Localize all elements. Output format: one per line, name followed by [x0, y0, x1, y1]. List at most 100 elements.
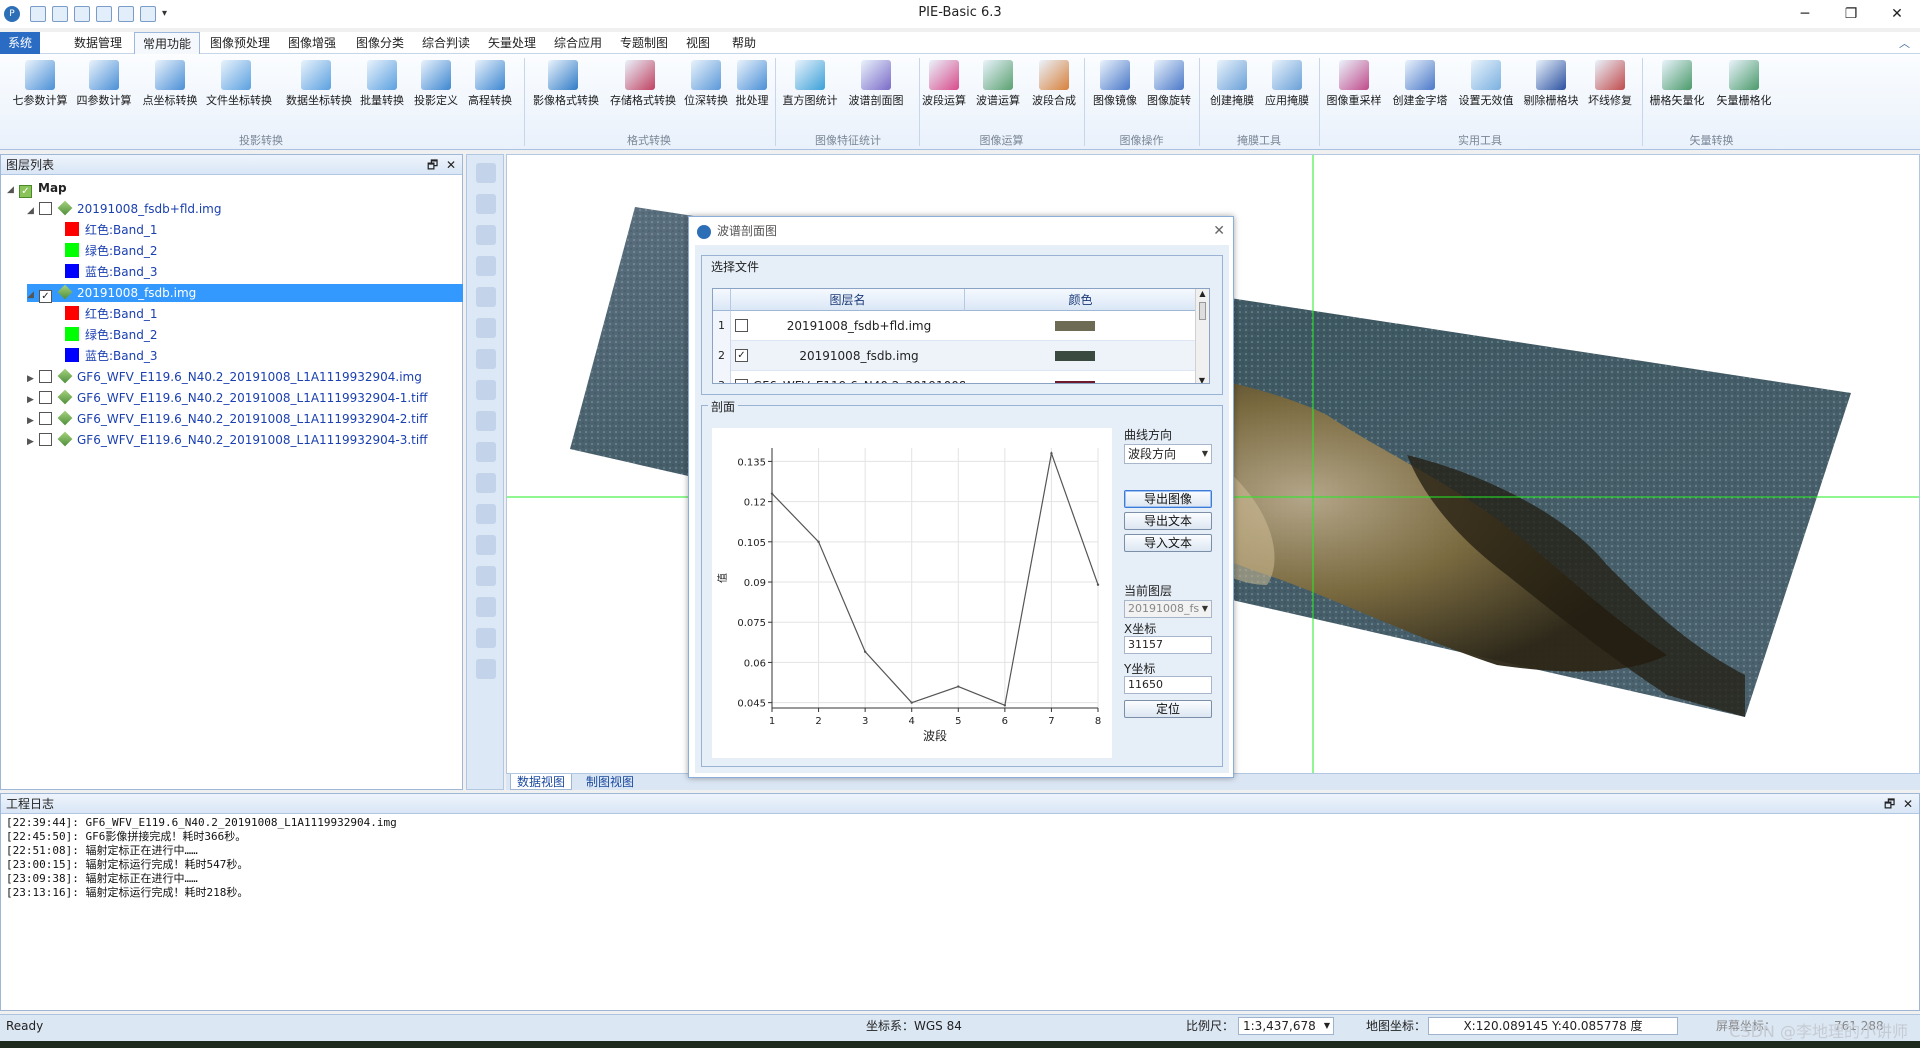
layer-visibility-checkbox[interactable]: [39, 412, 52, 425]
view-tab[interactable]: 数据视图: [510, 774, 573, 790]
ribbon-button[interactable]: 高程转换: [460, 60, 520, 108]
undo-icon[interactable]: [476, 628, 496, 648]
layer-item[interactable]: ▶ GF6_WFV_E119.6_N40.2_20191008_L1A111993…: [27, 389, 427, 407]
collapse-ribbon-icon[interactable]: ︿: [1899, 35, 1910, 51]
ribbon-button[interactable]: 批处理: [722, 60, 782, 108]
band-item[interactable]: 红色:Band_1: [65, 305, 158, 323]
ribbon-button[interactable]: 点坐标转换: [140, 60, 200, 108]
menu-tab[interactable]: 综合应用: [546, 32, 610, 54]
ribbon-button[interactable]: 矢量栅格化: [1714, 60, 1774, 108]
expand-toggle-icon[interactable]: ▶: [27, 391, 39, 409]
ribbon-button[interactable]: 剔除栅格块: [1521, 60, 1581, 108]
ribbon-button[interactable]: 波谱剖面图: [846, 60, 906, 108]
y-coord-input[interactable]: 11650: [1124, 676, 1212, 694]
layer-visibility-checkbox[interactable]: [39, 202, 52, 215]
menu-tab[interactable]: 专题制图: [612, 32, 676, 54]
layout-icon[interactable]: [476, 380, 496, 400]
map-visibility-checkbox[interactable]: ✓: [19, 185, 32, 198]
close-panel-icon[interactable]: ✕: [446, 158, 456, 172]
expand-toggle-icon[interactable]: ▶: [27, 412, 39, 430]
scroll-thumb[interactable]: [1199, 302, 1206, 320]
band-item[interactable]: 红色:Band_1: [65, 221, 158, 239]
menu-tab[interactable]: 视图: [678, 32, 718, 54]
restore-button[interactable]: ❐: [1828, 0, 1874, 28]
menu-tab[interactable]: 综合判读: [414, 32, 478, 54]
row-color-swatch[interactable]: [1055, 381, 1095, 383]
cut-icon[interactable]: [476, 566, 496, 586]
ribbon-button[interactable]: 批量转换: [352, 60, 412, 108]
ribbon-button[interactable]: 七参数计算: [10, 60, 70, 108]
ribbon-button[interactable]: 波段运算: [914, 60, 974, 108]
menu-tab[interactable]: 系统: [0, 32, 41, 54]
layer-visibility-checkbox[interactable]: [39, 370, 52, 383]
delete-icon[interactable]: [476, 597, 496, 617]
table-row[interactable]: 3 GF6_WFV_E119.6_N40.2_20191008...: [713, 371, 1197, 383]
scroll-down-icon[interactable]: ▼: [1196, 376, 1208, 383]
curve-direction-select[interactable]: 波段方向 ▼: [1124, 444, 1212, 464]
zoom-out-box-icon[interactable]: [476, 194, 496, 214]
layer-visibility-checkbox[interactable]: [39, 433, 52, 446]
expand-toggle-icon[interactable]: ◢: [7, 181, 19, 199]
layer-item[interactable]: ◢ ✓ 20191008_fsdb.img: [27, 284, 463, 304]
tree-root-map[interactable]: ◢ ✓ Map: [7, 179, 67, 199]
layer-item[interactable]: ▶ GF6_WFV_E119.6_N40.2_20191008_L1A111993…: [27, 368, 422, 386]
ribbon-button[interactable]: 设置无效值: [1456, 60, 1516, 108]
col-color[interactable]: 颜色: [965, 289, 1197, 311]
layer-item[interactable]: ▶ GF6_WFV_E119.6_N40.2_20191008_L1A111993…: [27, 431, 427, 449]
import-text-button[interactable]: 导入文本: [1124, 534, 1212, 552]
row-color-swatch[interactable]: [1055, 351, 1095, 361]
band-item[interactable]: 绿色:Band_2: [65, 242, 158, 260]
collapse-toggle-icon[interactable]: ◢: [27, 286, 39, 304]
layer-visibility-checkbox[interactable]: [39, 391, 52, 404]
ribbon-button[interactable]: 应用掩膜: [1257, 60, 1317, 108]
ribbon-button[interactable]: 存储格式转换: [610, 60, 676, 108]
locate-button[interactable]: 定位: [1124, 700, 1212, 718]
ribbon-button[interactable]: 影像格式转换: [533, 60, 599, 108]
full-extent-icon[interactable]: [476, 349, 496, 369]
zoom-out-icon[interactable]: [476, 256, 496, 276]
current-layer-select[interactable]: 20191008_fs ▼: [1124, 600, 1212, 618]
row-checkbox[interactable]: [735, 319, 748, 332]
band-item[interactable]: 蓝色:Band_3: [65, 263, 158, 281]
ribbon-button[interactable]: 图像旋转: [1139, 60, 1199, 108]
row-color-swatch[interactable]: [1055, 321, 1095, 331]
float-panel-icon[interactable]: 🗗: [427, 158, 438, 172]
table-row[interactable]: 2 ✓ 20191008_fsdb.img: [713, 341, 1197, 371]
ribbon-button[interactable]: 栅格矢量化: [1647, 60, 1707, 108]
menu-tab[interactable]: 图像增强: [280, 32, 344, 54]
paste-icon[interactable]: [476, 535, 496, 555]
zoom-in-icon[interactable]: [476, 225, 496, 245]
ribbon-button[interactable]: 创建金字塔: [1390, 60, 1450, 108]
table-scrollbar[interactable]: ▲ ▼: [1195, 289, 1209, 383]
select-icon[interactable]: [476, 442, 496, 462]
layer-item[interactable]: ◢ 20191008_fsdb+fld.img: [27, 200, 221, 218]
ribbon-button[interactable]: 波段合成: [1024, 60, 1084, 108]
expand-toggle-icon[interactable]: ▶: [27, 370, 39, 388]
redo-icon[interactable]: [476, 659, 496, 679]
ribbon-button[interactable]: 文件坐标转换: [206, 60, 272, 108]
scale-select[interactable]: 1:3,437,678 ▼: [1238, 1017, 1334, 1035]
ribbon-button[interactable]: 创建掩膜: [1202, 60, 1262, 108]
ribbon-button[interactable]: 图像重采样: [1324, 60, 1384, 108]
close-button[interactable]: ✕: [1874, 0, 1920, 28]
globe-icon[interactable]: [476, 318, 496, 338]
minimize-button[interactable]: ─: [1782, 0, 1828, 28]
ribbon-button[interactable]: 图像镜像: [1085, 60, 1145, 108]
close-panel-icon[interactable]: ✕: [1903, 797, 1913, 811]
menu-tab[interactable]: 数据管理: [66, 32, 130, 54]
row-checkbox[interactable]: ✓: [735, 349, 748, 362]
copy-icon[interactable]: [476, 504, 496, 524]
export-image-button[interactable]: 导出图像: [1124, 490, 1212, 508]
crosshair-icon[interactable]: [476, 411, 496, 431]
band-item[interactable]: 绿色:Band_2: [65, 326, 158, 344]
dialog-close-icon[interactable]: ✕: [1213, 217, 1225, 245]
export-text-button[interactable]: 导出文本: [1124, 512, 1212, 530]
row-checkbox[interactable]: [735, 379, 748, 383]
ribbon-button[interactable]: 投影定义: [406, 60, 466, 108]
pan-hand-icon[interactable]: [476, 287, 496, 307]
view-tab[interactable]: 制图视图: [580, 774, 640, 790]
float-panel-icon[interactable]: 🗗: [1884, 797, 1895, 811]
menu-tab[interactable]: 矢量处理: [480, 32, 544, 54]
ribbon-button[interactable]: 坏线修复: [1580, 60, 1640, 108]
band-item[interactable]: 蓝色:Band_3: [65, 347, 158, 365]
